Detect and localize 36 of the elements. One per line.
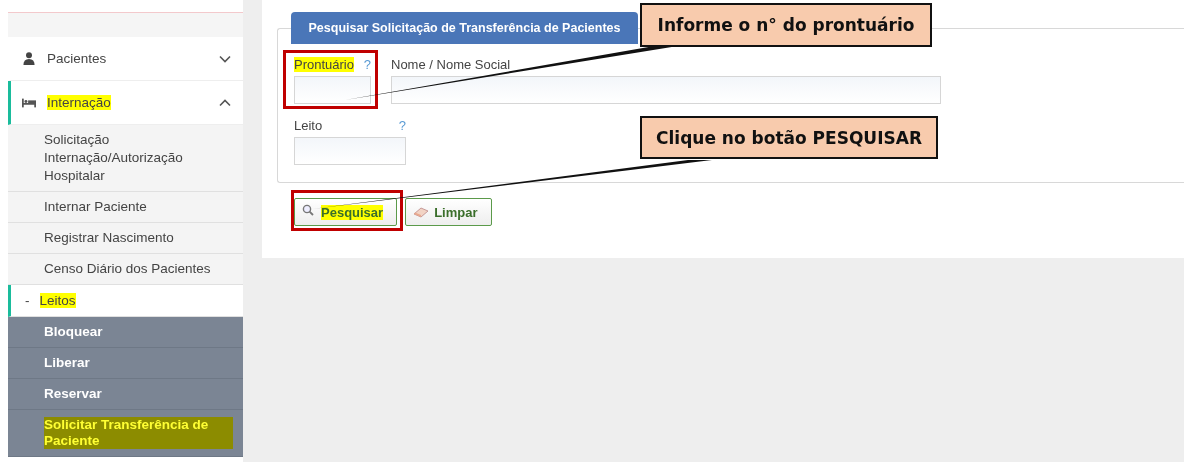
submenu-item[interactable]: Solicitação Internação/Autorização Hospitalar [8, 125, 243, 192]
menu-item-label[interactable]: Internar Paciente [44, 198, 147, 216]
submenu-item[interactable]: Registrar Nascimento [8, 223, 243, 254]
chevron-icon [219, 98, 231, 107]
submenu-item[interactable]: - Leitos [8, 285, 243, 317]
menu-item-label[interactable]: Registrar Nascimento [44, 229, 174, 247]
callout-note: Informe o n° do prontuário [640, 3, 932, 47]
menu-item-label[interactable]: Solicitação Internação/Autorização Hospitalar [44, 131, 233, 185]
input-field[interactable] [294, 137, 406, 165]
submenu-item[interactable]: Reservar [8, 379, 243, 410]
eraser-icon [413, 206, 430, 218]
menu-item-label[interactable]: Pacientes [47, 51, 107, 66]
input-field[interactable] [391, 76, 941, 104]
submenu-item[interactable]: Internar Paciente [8, 192, 243, 223]
submenu-item[interactable]: Bloquear [8, 317, 243, 348]
dash-marker: - [25, 293, 30, 308]
menu-item-label[interactable]: Internação [47, 95, 111, 110]
menu-item-label[interactable]: Liberar [44, 355, 90, 371]
panel-title: Pesquisar Solicitação de Transferência de Pacientes [291, 12, 638, 44]
submenu-item[interactable]: Censo Diário dos Pacientes [8, 254, 243, 285]
chevron-icon [219, 54, 231, 63]
field-label: Prontuário [294, 57, 354, 72]
callout-note: Clique no botão PESQUISAR [640, 116, 938, 159]
menu-item-label[interactable]: Reservar [44, 386, 102, 402]
input-field[interactable] [294, 76, 371, 104]
menu-item[interactable]: Internação [8, 81, 243, 125]
bed-icon [22, 97, 36, 108]
user-icon [23, 52, 35, 65]
field-label: Leito [294, 118, 323, 133]
clear-button[interactable]: Limpar [405, 198, 492, 226]
submenu-item[interactable]: Liberar [8, 348, 243, 379]
menu-item-label[interactable]: Leitos [39, 293, 76, 308]
menu-item-label[interactable]: Bloquear [44, 324, 103, 340]
menu-item-label[interactable]: Censo Diário dos Pacientes [44, 260, 211, 278]
search-button[interactable]: Pesquisar [294, 198, 398, 226]
field-label: Nome / Nome Social [391, 57, 511, 72]
